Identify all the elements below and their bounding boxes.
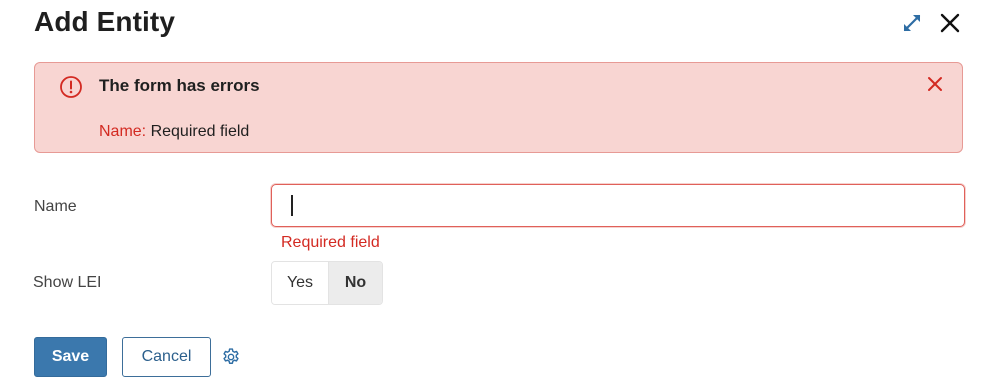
close-icon[interactable] <box>939 12 961 34</box>
text-caret <box>291 195 293 216</box>
save-button[interactable]: Save <box>34 337 107 377</box>
gear-icon[interactable] <box>221 347 241 367</box>
name-error-message: Required field <box>281 234 380 251</box>
error-field-name[interactable]: Name: <box>99 123 146 140</box>
close-icon[interactable] <box>924 73 946 95</box>
error-banner-detail: Name: Required field <box>99 123 249 141</box>
error-field-message: Required field <box>150 123 250 140</box>
show-lei-yes-option[interactable]: Yes <box>272 262 329 304</box>
dialog-title: Add Entity <box>34 6 175 37</box>
error-banner-title: The form has errors <box>99 76 260 95</box>
error-banner: The form has errors Name: Required field <box>34 62 963 153</box>
header-actions <box>901 12 961 34</box>
name-label: Name <box>34 198 77 215</box>
expand-icon[interactable] <box>901 12 923 34</box>
add-entity-dialog: Add Entity The form has errors Name: Req… <box>0 0 983 390</box>
show-lei-no-option[interactable]: No <box>329 262 382 304</box>
cancel-button[interactable]: Cancel <box>122 337 211 377</box>
name-input[interactable] <box>271 184 965 227</box>
show-lei-label: Show LEI <box>33 274 102 291</box>
show-lei-toggle: Yes No <box>271 261 383 305</box>
alert-circle-icon <box>59 75 83 99</box>
